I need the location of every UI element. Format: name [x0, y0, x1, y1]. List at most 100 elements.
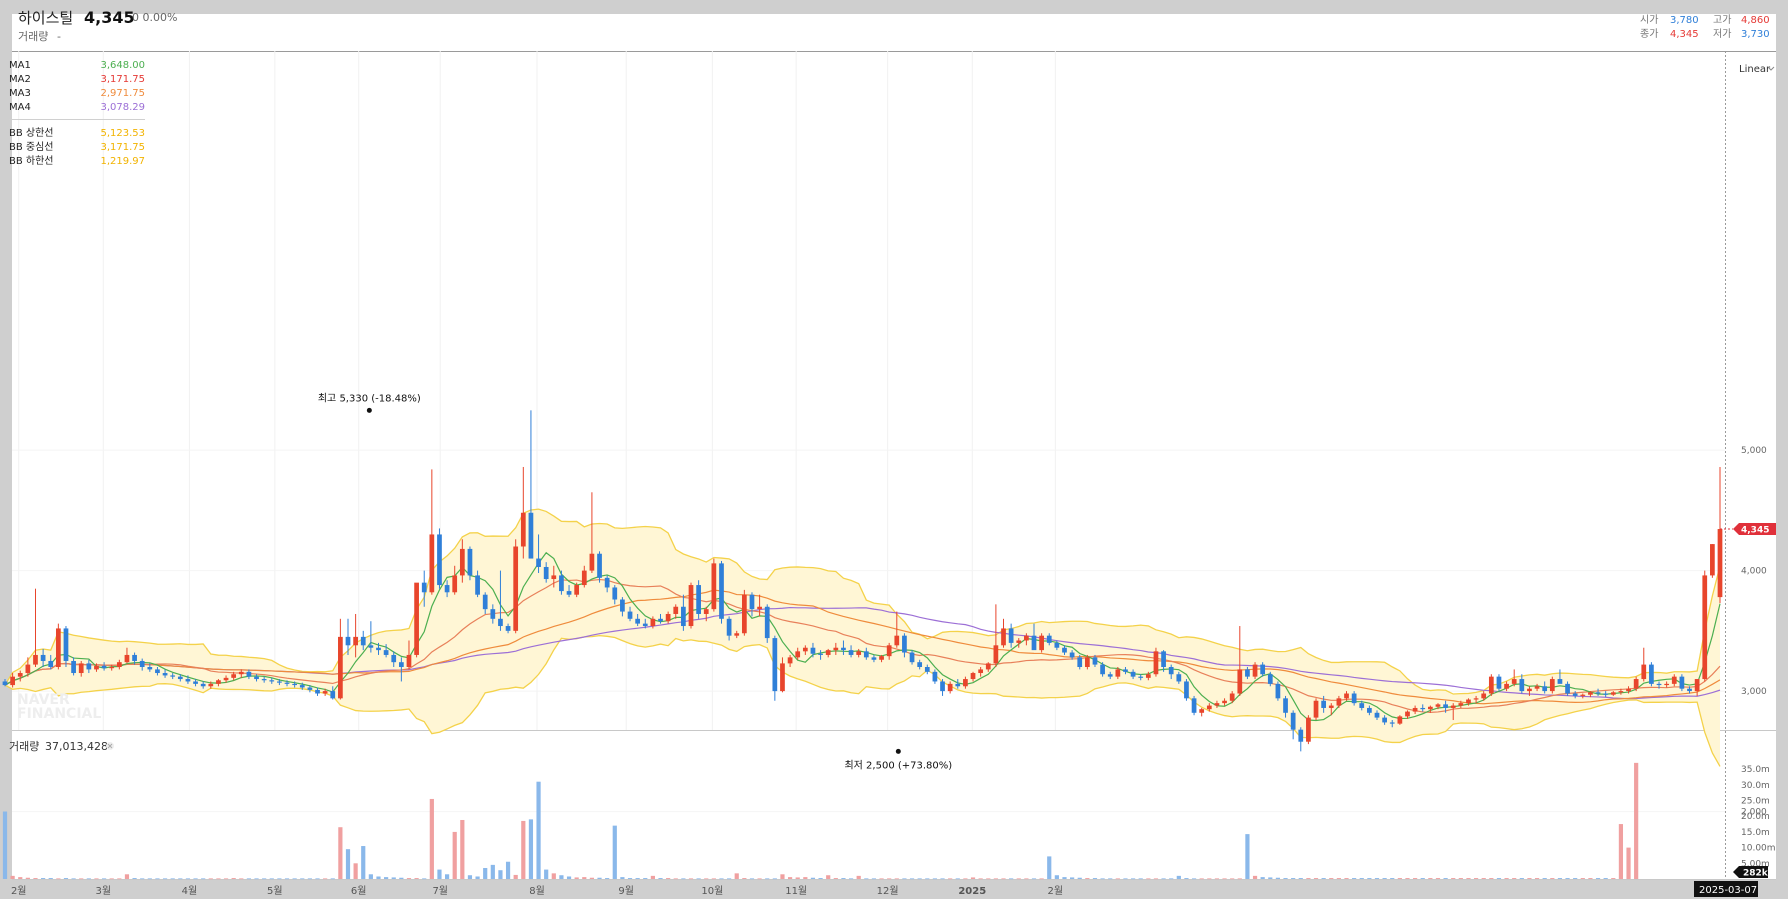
volume-bar [1588, 878, 1593, 879]
candle-body [513, 546, 519, 631]
candle-body [642, 623, 648, 627]
volume-bar [749, 878, 755, 880]
volume-bar [1047, 856, 1052, 879]
volume-bar [1054, 875, 1059, 879]
candle-body [1161, 651, 1166, 667]
candle-body [338, 636, 343, 699]
candle-body [528, 512, 534, 559]
volume-bar [155, 878, 160, 880]
volume-bar [589, 877, 595, 879]
volume-bar [1031, 878, 1037, 880]
candle-body [1595, 692, 1601, 694]
candle-body [307, 687, 313, 690]
legend-ma4-label: MA4 [9, 102, 31, 113]
volume-bar [63, 878, 69, 879]
volume-bar [1542, 878, 1547, 879]
candle-body [1153, 651, 1159, 675]
candle-body [193, 681, 198, 684]
candle-body [1534, 686, 1540, 689]
candle-body [63, 628, 69, 661]
volume-bar [978, 878, 983, 880]
candle-body [924, 667, 930, 672]
volume-bar [620, 877, 625, 879]
volume-bar [864, 878, 869, 880]
candle-body [330, 691, 336, 699]
volume-bar [94, 878, 99, 880]
candle-body [421, 582, 427, 593]
candle-body [1359, 703, 1365, 708]
candle-body [94, 665, 99, 670]
candle-body [551, 575, 557, 580]
candle [1710, 544, 1715, 578]
candle-body [1077, 657, 1083, 667]
volume-bar [803, 877, 808, 879]
candle-body [1252, 664, 1258, 677]
stock-chart: 2,0003,0004,0005,000 5.00m10.00m15.0m20.… [0, 0, 1788, 899]
volume-bar [1481, 878, 1486, 879]
volume-bar [848, 878, 854, 880]
volume-bar [231, 878, 236, 879]
volume-bar [353, 863, 358, 879]
candle-body [1397, 716, 1403, 724]
volume-bar [10, 875, 15, 879]
candle-body [1283, 698, 1288, 713]
volume-bar [612, 825, 617, 879]
volume-bar [1024, 878, 1029, 880]
volume-bar [292, 878, 297, 880]
candle-body [78, 663, 84, 674]
volume-bar [254, 878, 259, 880]
volume-bar [330, 878, 335, 880]
volume-bar [48, 878, 53, 879]
candle-body [444, 585, 450, 593]
volume-bar [1428, 878, 1433, 879]
candle-body [482, 594, 488, 610]
volume-bar [772, 878, 777, 880]
volume-bar [605, 878, 610, 879]
volume-bar [1512, 878, 1517, 879]
candle [1306, 715, 1311, 745]
high-value: 4,860 [1741, 15, 1770, 26]
candle-body [917, 662, 923, 667]
candle-body [1710, 544, 1715, 576]
volume-bar [2, 811, 8, 879]
volume-bar [1039, 878, 1044, 880]
volume-bar [727, 878, 732, 880]
candle-body [1420, 707, 1426, 710]
candle-body [581, 570, 587, 586]
volume-bar [795, 877, 800, 879]
x-tick-label: 10월 [701, 885, 723, 897]
volume-bar [742, 878, 747, 879]
candle-body [955, 683, 961, 687]
volume-tick-label: 25.0m [1741, 797, 1770, 807]
volume-bar [1534, 878, 1540, 879]
linear-scale-button[interactable]: Linear [1739, 64, 1775, 75]
volume-bar [871, 878, 877, 880]
candle-body [627, 611, 633, 619]
volume-bar [41, 878, 46, 879]
candle [688, 582, 694, 629]
volume-bar [963, 878, 968, 880]
volume-bar [528, 819, 534, 879]
linear-scale-label[interactable]: Linear [1739, 64, 1771, 75]
volume-bar [384, 877, 389, 879]
candle-body [200, 683, 206, 687]
volume-bar [345, 849, 351, 879]
volume-bar [338, 827, 343, 879]
candle-body [368, 645, 374, 648]
volume-bar [201, 878, 206, 880]
volume-bar [1009, 878, 1014, 880]
candle-body [376, 647, 381, 651]
candle-body [1580, 694, 1586, 696]
candle-body [1603, 693, 1609, 695]
high-label: 고가 [1713, 14, 1731, 26]
volume-bar [879, 878, 884, 880]
volume-bar [1405, 878, 1410, 879]
candle-body [1412, 707, 1418, 712]
candle-body [734, 633, 740, 636]
high-marker [366, 407, 372, 413]
candle-body [1435, 704, 1441, 707]
volume-bar [1466, 878, 1471, 879]
candle-body [1245, 669, 1250, 677]
candle-body [772, 638, 778, 692]
candle-body [414, 582, 419, 655]
